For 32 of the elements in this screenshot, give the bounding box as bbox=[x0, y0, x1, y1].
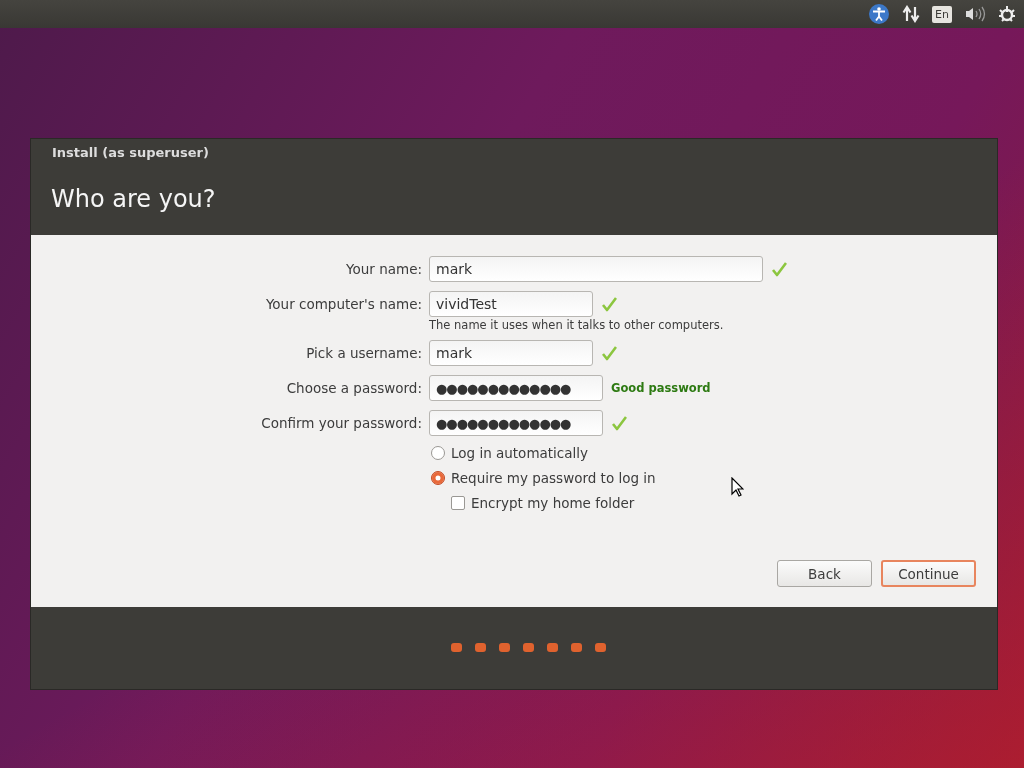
password-field[interactable]: ●●●●●●●●●●●●● bbox=[429, 375, 603, 401]
radio-label[interactable]: Require my password to log in bbox=[451, 469, 656, 486]
field-label: Choose a password: bbox=[285, 380, 422, 396]
text-field[interactable]: mark bbox=[429, 340, 593, 366]
text-field[interactable]: vividTest bbox=[429, 291, 593, 317]
field-hint: The name it uses when it talks to other computers. bbox=[429, 318, 725, 334]
dialog-button[interactable]: Back bbox=[777, 560, 872, 587]
radio-button[interactable] bbox=[431, 445, 445, 460]
mouse-pointer-icon bbox=[731, 477, 744, 497]
text-field[interactable]: mark bbox=[429, 256, 763, 282]
dialog-button[interactable]: Continue bbox=[881, 560, 976, 587]
password-field[interactable]: ●●●●●●●●●●●●● bbox=[429, 410, 603, 436]
field-label: Your name: bbox=[345, 261, 422, 277]
field-label: Pick a username: bbox=[305, 345, 422, 361]
page-heading: Who are you? bbox=[51, 184, 217, 214]
checkmark-icon bbox=[611, 415, 627, 431]
field-label: Confirm your password: bbox=[260, 415, 422, 431]
volume-icon[interactable] bbox=[964, 6, 986, 22]
radio-button[interactable] bbox=[431, 470, 445, 485]
window-title: Install (as superuser) bbox=[51, 144, 210, 162]
checkmark-icon bbox=[601, 345, 617, 361]
power-gear-icon[interactable] bbox=[998, 5, 1016, 23]
checkbox-label[interactable]: Encrypt my home folder bbox=[471, 494, 635, 511]
checkmark-icon bbox=[771, 261, 787, 277]
network-arrows-icon[interactable] bbox=[902, 5, 921, 23]
password-strength: Good password bbox=[611, 381, 711, 395]
accessibility-icon[interactable] bbox=[868, 3, 891, 25]
checkbox[interactable] bbox=[451, 495, 465, 510]
radio-label[interactable]: Log in automatically bbox=[451, 444, 589, 461]
field-label: Your computer's name: bbox=[264, 296, 422, 312]
checkmark-icon bbox=[601, 296, 617, 312]
keyboard-layout-indicator[interactable]: En bbox=[932, 5, 952, 23]
